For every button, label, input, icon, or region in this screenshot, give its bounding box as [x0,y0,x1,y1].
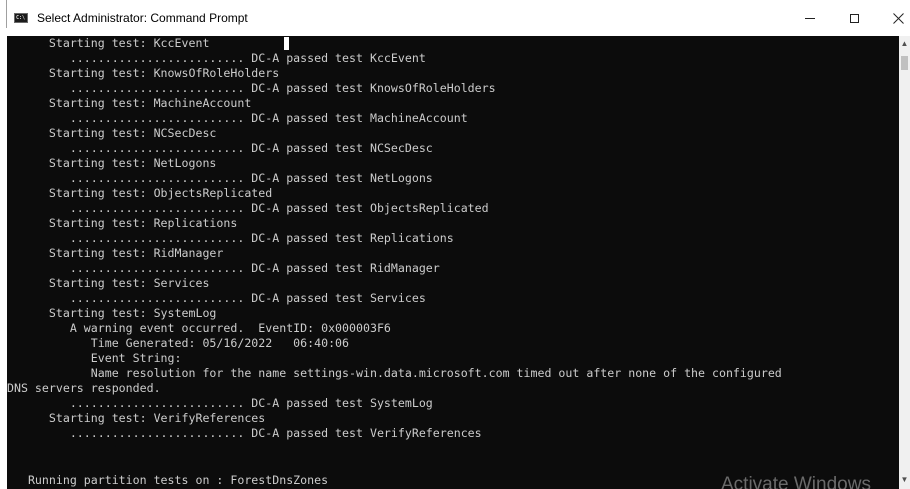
command-prompt-window: C:\ Select Administrator: Command Prompt… [0,0,910,489]
console-line: Running partition tests on : ForestDnsZo… [7,473,329,487]
console-line: ......................... DC-A passed te… [7,231,454,245]
console-line: Starting test: NCSecDesc [7,126,217,140]
console-line: Event String: [7,351,182,365]
console-line: ......................... DC-A passed te… [7,141,433,155]
title-bar[interactable]: C:\ Select Administrator: Command Prompt [7,0,910,36]
console-line: ......................... DC-A passed te… [7,171,433,185]
command-prompt-icon[interactable]: C:\ [14,13,28,23]
console-line: Starting test: SystemLog [7,306,217,320]
console-line: ......................... DC-A passed te… [7,201,489,215]
console-line: ......................... DC-A passed te… [7,261,440,275]
console-line: Name resolution for the name settings-wi… [7,366,782,380]
console-line: Starting test: Services [7,276,210,290]
console-line: ......................... DC-A passed te… [7,51,426,65]
close-icon [892,12,904,24]
scroll-thumb[interactable] [901,56,908,70]
console-line: Starting test: Replications [7,216,238,230]
console-line: ......................... DC-A passed te… [7,291,426,305]
console-line: Starting test: VerifyReferences [7,411,266,425]
console-output[interactable]: Starting test: KccEvent ................… [7,36,899,489]
background-window-edge [0,0,7,489]
console-line: Starting test: MachineAccount [7,96,252,110]
maximize-icon [849,13,859,23]
scroll-up-arrow-icon[interactable]: ▲ [899,38,910,50]
console-line: ......................... DC-A passed te… [7,81,496,95]
minimize-icon [805,17,815,19]
console-line: Starting test: RidManager [7,246,224,260]
console-line: Time Generated: 05/16/2022 06:40:06 [7,336,350,350]
scroll-down-arrow-icon[interactable]: ▼ [899,474,910,486]
console-line: A warning event occurred. EventID: 0x000… [7,321,391,335]
console-line: ......................... DC-A passed te… [7,396,433,410]
console-line: ......................... DC-A passed te… [7,426,482,440]
vertical-scrollbar[interactable]: ▲ ▼ [899,36,910,489]
window-title: Select Administrator: Command Prompt [37,11,248,25]
close-button[interactable] [876,0,910,36]
command-prompt-icon-text: C:\ [16,15,26,21]
minimize-button[interactable] [788,0,832,36]
console-line: Starting test: NetLogons [7,156,217,170]
console-line: Starting test: ObjectsReplicated [7,186,273,200]
maximize-button[interactable] [832,0,876,36]
console-line: DNS servers responded. [7,381,161,395]
console-line: Starting test: KnowsOfRoleHolders [7,66,280,80]
console-line: ......................... DC-A passed te… [7,111,468,125]
activate-windows-watermark: Activate Windows [721,474,871,489]
text-cursor [284,37,289,50]
console-line: Starting test: KccEvent [7,36,210,50]
